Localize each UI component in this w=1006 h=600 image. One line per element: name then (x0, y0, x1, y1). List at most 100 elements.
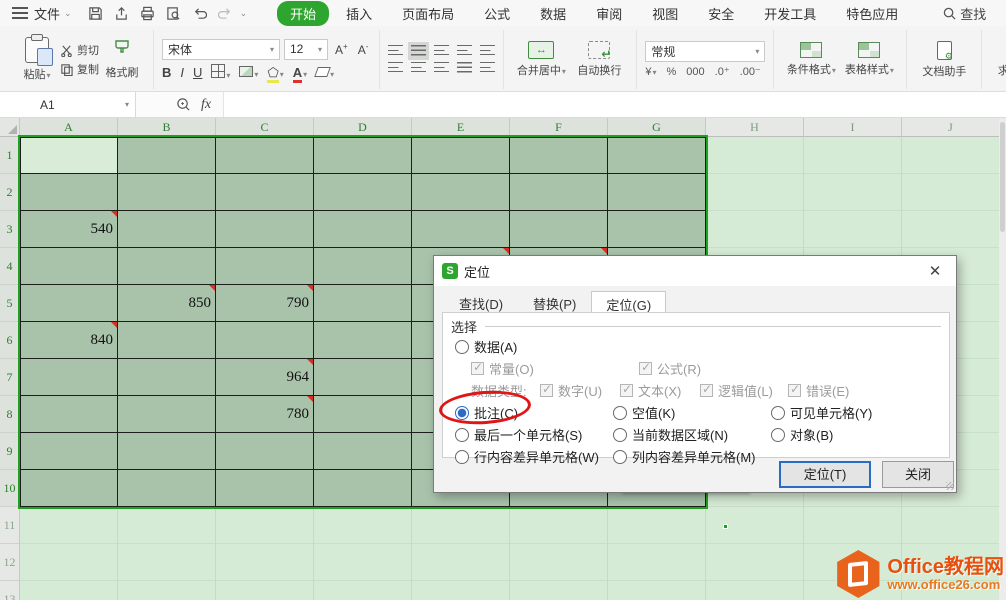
row-header-8[interactable]: 8 (0, 396, 20, 433)
menu-tab-1[interactable]: 插入 (333, 1, 385, 26)
cell-A4[interactable] (20, 248, 118, 285)
dialog-tab-2[interactable]: 定位(G) (591, 291, 666, 313)
cell-E3[interactable] (412, 211, 510, 248)
radio-visible-cells[interactable]: 可见单元格(Y) (771, 403, 872, 422)
dialog-resize-grip[interactable] (946, 482, 954, 490)
menu-tab-7[interactable]: 安全 (695, 1, 747, 26)
scrollbar-thumb[interactable] (1000, 122, 1005, 232)
decrease-indent-icon[interactable] (457, 45, 472, 57)
font-size-select[interactable]: 12▾ (284, 39, 328, 60)
decrease-decimal-button[interactable]: .00⁻ (740, 65, 761, 78)
cell-D7[interactable] (314, 359, 412, 396)
menu-tab-6[interactable]: 视图 (639, 1, 691, 26)
column-header-D[interactable]: D (314, 118, 412, 137)
cell-E2[interactable] (412, 174, 510, 211)
radio-blanks[interactable]: 空值(K) (613, 403, 675, 422)
cell-D4[interactable] (314, 248, 412, 285)
format-painter-button[interactable]: 格式刷 (99, 39, 145, 80)
close-button[interactable]: 关闭 (882, 461, 954, 488)
formula-input[interactable] (223, 92, 1006, 117)
conditional-format-button[interactable]: 条件格式▾ (782, 42, 840, 77)
wrap-text-button[interactable]: 自动换行 (570, 41, 628, 78)
row-header-5[interactable]: 5 (0, 285, 20, 322)
cell-C4[interactable] (216, 248, 314, 285)
sum-button[interactable]: Σ 求和▾ (990, 41, 1006, 78)
justify-icon[interactable] (457, 62, 472, 74)
cell-B9[interactable] (118, 433, 216, 470)
italic-button[interactable]: I (180, 65, 184, 80)
dialog-tab-0[interactable]: 查找(D) (444, 290, 518, 312)
menu-tab-3[interactable]: 公式 (471, 1, 523, 26)
column-header-A[interactable]: A (20, 118, 118, 137)
menu-tab-2[interactable]: 页面布局 (389, 1, 467, 26)
vertical-scrollbar[interactable] (999, 118, 1006, 600)
row-header-13[interactable]: 13 (0, 581, 20, 600)
radio-comments[interactable]: 批注(C) (455, 403, 518, 422)
row-header-7[interactable]: 7 (0, 359, 20, 396)
table-style-button[interactable]: 表格样式▾ (840, 42, 898, 77)
fill-color-button[interactable]: ▾ (239, 65, 258, 80)
row-header-2[interactable]: 2 (0, 174, 20, 211)
cell-A10[interactable] (20, 470, 118, 507)
row-header-6[interactable]: 6 (0, 322, 20, 359)
borders-button[interactable]: ▾ (211, 64, 230, 81)
column-header-J[interactable]: J (902, 118, 999, 137)
align-bottom-icon[interactable] (434, 45, 449, 57)
cell-D10[interactable] (314, 470, 412, 507)
cell-A8[interactable] (20, 396, 118, 433)
cell-F3[interactable] (510, 211, 608, 248)
menu-tab-9[interactable]: 特色应用 (833, 1, 911, 26)
align-right-icon[interactable] (434, 62, 449, 74)
merge-center-button[interactable]: ↔ 合并居中▾ (512, 41, 570, 78)
cell-A1[interactable] (20, 137, 118, 174)
column-header-C[interactable]: C (216, 118, 314, 137)
distribute-icon[interactable] (480, 62, 495, 74)
align-top-icon[interactable] (388, 45, 403, 57)
hamburger-menu-icon[interactable] (12, 7, 28, 19)
cell-C1[interactable] (216, 137, 314, 174)
print-preview-icon[interactable] (164, 4, 184, 22)
column-header-H[interactable]: H (706, 118, 804, 137)
file-menu[interactable]: 文件 (34, 4, 60, 23)
row-header-1[interactable]: 1 (0, 137, 20, 174)
cell-C3[interactable] (216, 211, 314, 248)
font-color-button[interactable]: A▾ (293, 65, 307, 80)
row-header-12[interactable]: 12 (0, 544, 20, 581)
cell-A7[interactable] (20, 359, 118, 396)
cell-C9[interactable] (216, 433, 314, 470)
increase-font-icon[interactable]: A+ (332, 42, 351, 57)
cell-D1[interactable] (314, 137, 412, 174)
cell-G3[interactable] (608, 211, 706, 248)
row-header-11[interactable]: 11 (0, 507, 20, 544)
menu-tab-4[interactable]: 数据 (527, 1, 579, 26)
cell-A6[interactable]: 840 (20, 322, 118, 359)
cut-button[interactable]: 剪切 (60, 42, 99, 58)
save-icon[interactable] (86, 4, 106, 22)
cell-G1[interactable] (608, 137, 706, 174)
currency-button[interactable]: ¥▾ (645, 66, 656, 78)
cell-E1[interactable] (412, 137, 510, 174)
cell-C5[interactable]: 790 (216, 285, 314, 322)
cell-A5[interactable] (20, 285, 118, 322)
export-icon[interactable] (112, 4, 132, 22)
select-all-corner[interactable] (0, 118, 20, 137)
cell-B1[interactable] (118, 137, 216, 174)
column-header-B[interactable]: B (118, 118, 216, 137)
cell-A3[interactable]: 540 (20, 211, 118, 248)
column-header-F[interactable]: F (510, 118, 608, 137)
cell-B3[interactable] (118, 211, 216, 248)
redo-icon[interactable] (216, 4, 236, 22)
cell-F2[interactable] (510, 174, 608, 211)
column-header-E[interactable]: E (412, 118, 510, 137)
zoom-formula-icon[interactable] (176, 97, 191, 112)
cell-B5[interactable]: 850 (118, 285, 216, 322)
row-header-10[interactable]: 10 (0, 470, 20, 507)
cell-F1[interactable] (510, 137, 608, 174)
cell-C10[interactable] (216, 470, 314, 507)
cell-D5[interactable] (314, 285, 412, 322)
align-middle-icon[interactable] (411, 45, 426, 57)
cell-B4[interactable] (118, 248, 216, 285)
file-menu-chevron-icon[interactable]: ⌄ (64, 8, 72, 19)
align-center-icon[interactable] (411, 62, 426, 74)
cell-B10[interactable] (118, 470, 216, 507)
